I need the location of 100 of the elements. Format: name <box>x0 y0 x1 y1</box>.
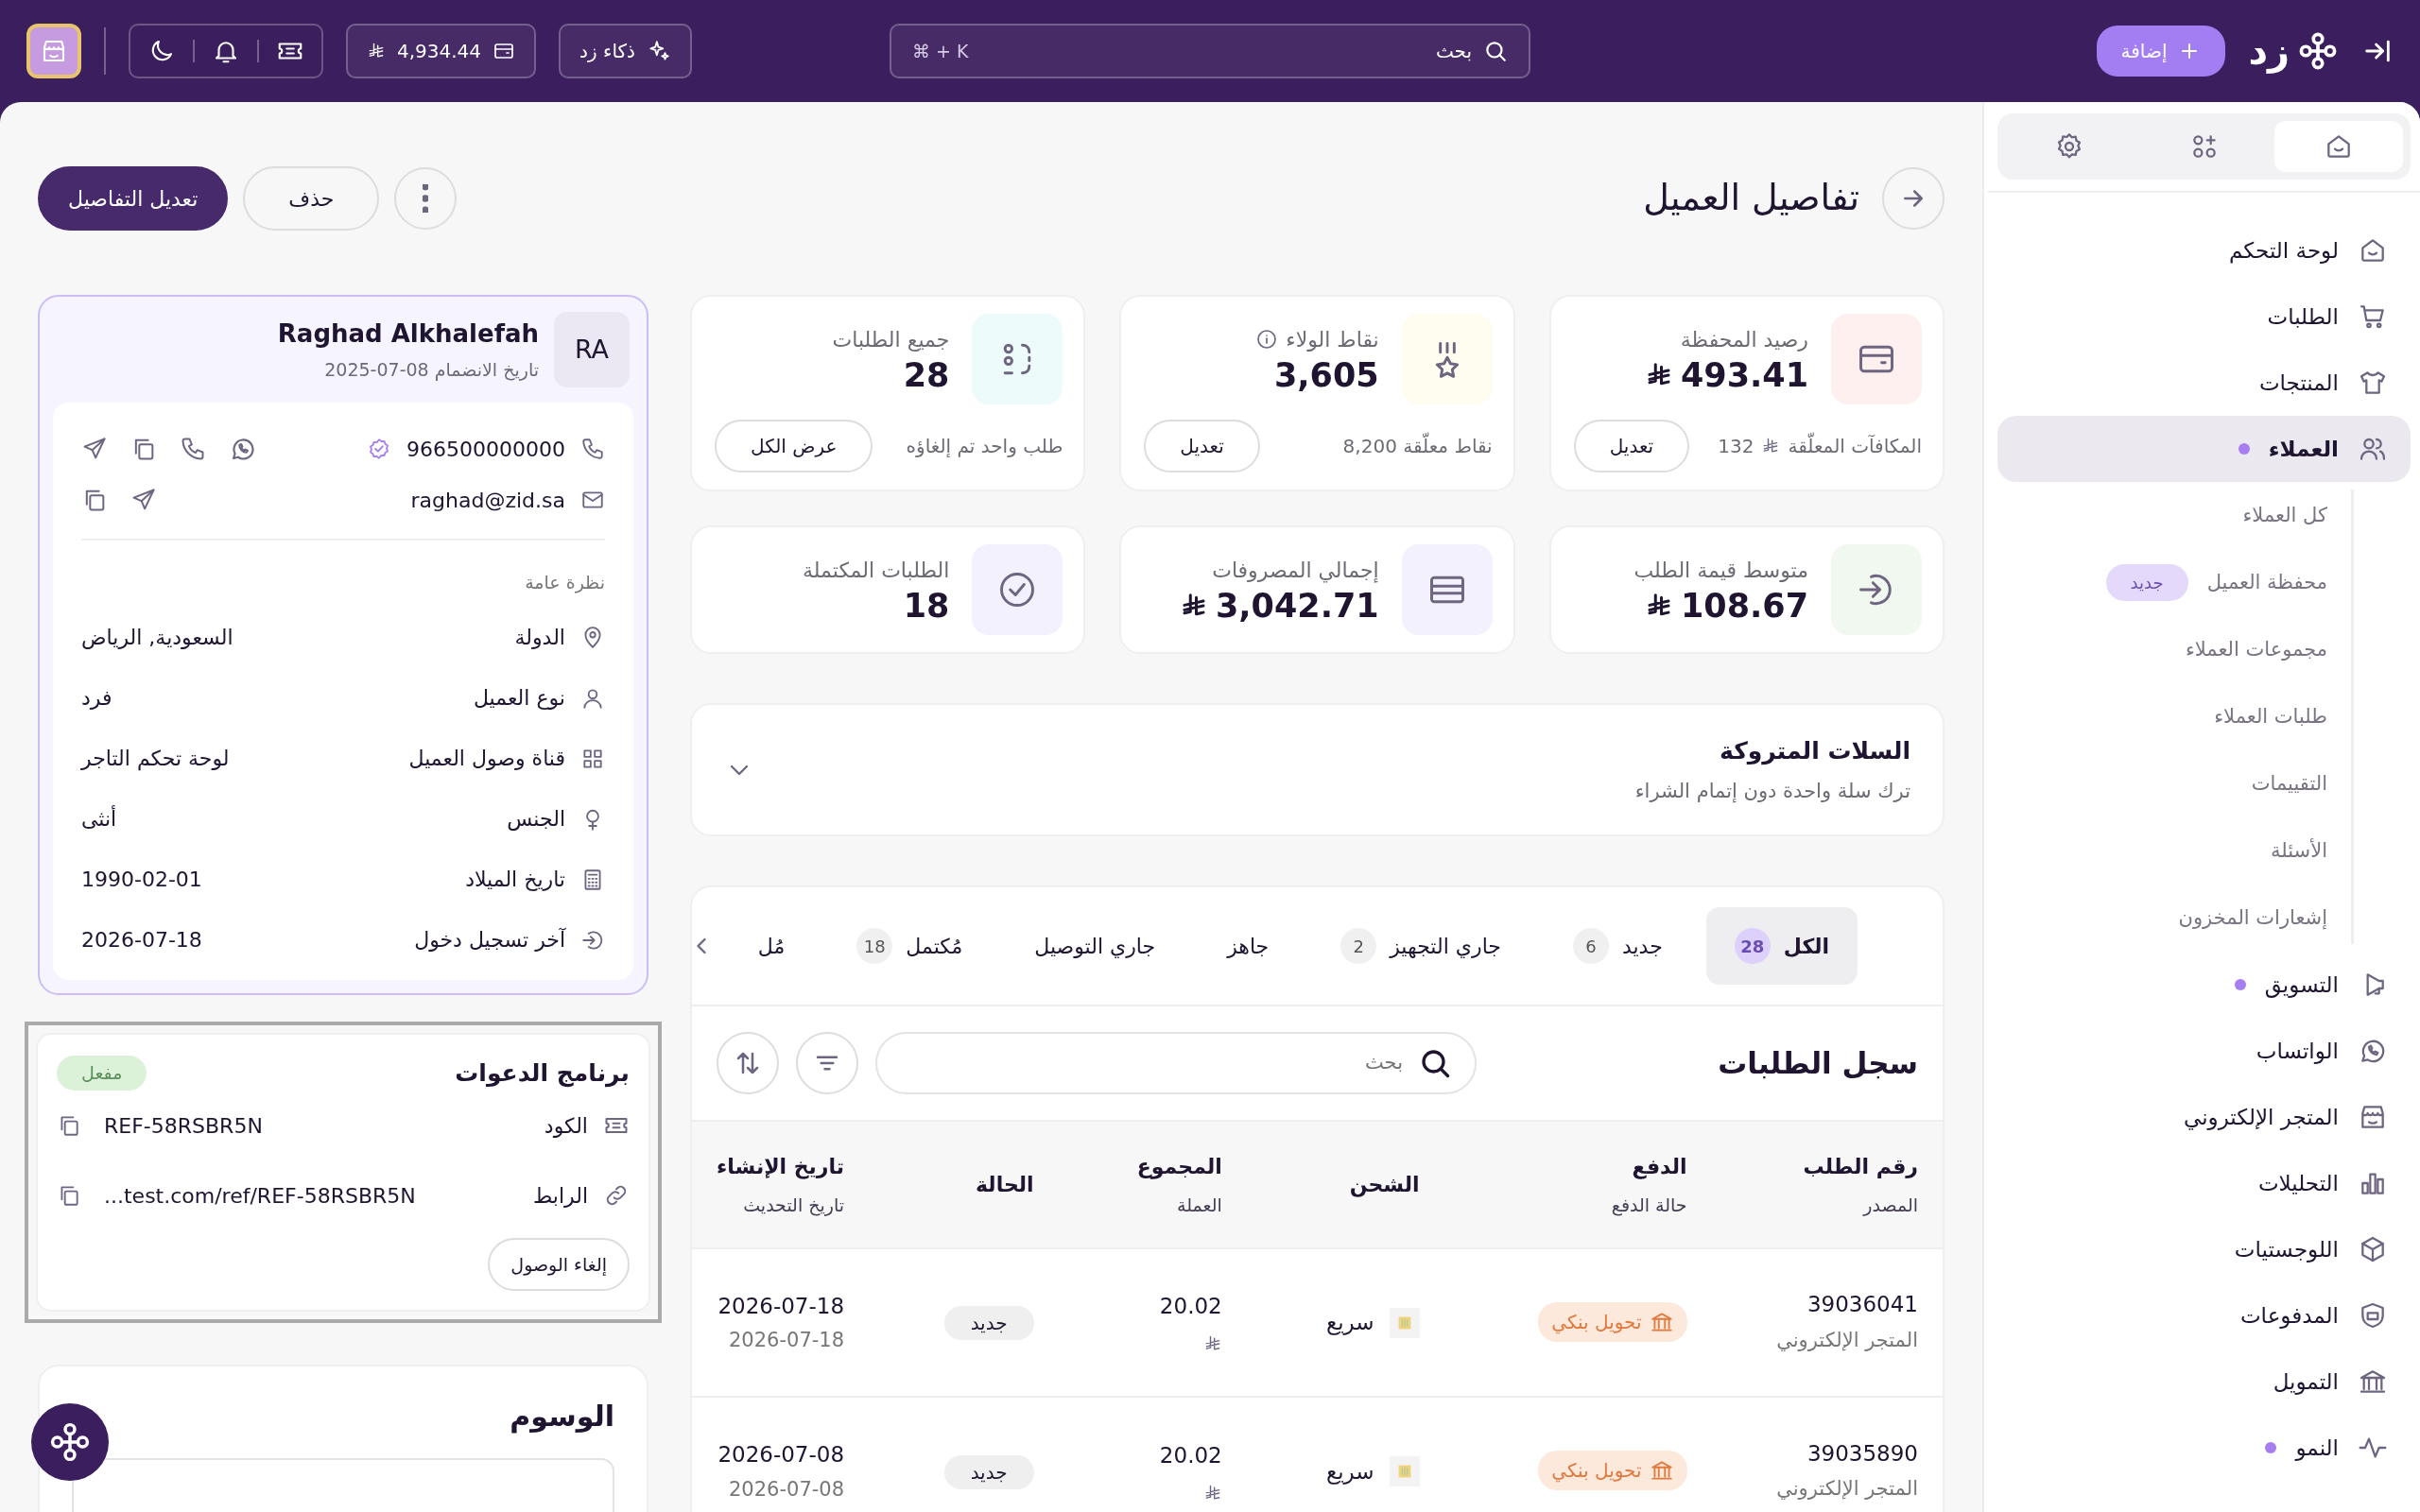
abandoned-carts-panel[interactable]: السلات المتروكة ترك سلة واحدة دون إتمام الشراء <box>690 703 1945 836</box>
field-label: الجنس <box>507 806 565 833</box>
search-icon <box>1483 39 1508 63</box>
card-title: الوسوم <box>509 1399 614 1435</box>
sidebar-item[interactable]: التحليلات <box>1997 1150 2411 1216</box>
order-source: المتجر الإلكتروني <box>1775 1476 1918 1503</box>
join-date: تاريخ الانضمام 08-07-2025 <box>323 358 539 383</box>
sidebar-subitem[interactable]: التقييمات <box>2251 768 2327 799</box>
status-tab[interactable]: جاري التوصيل <box>1006 907 1184 985</box>
stat-action-button[interactable]: عرض الكل <box>715 420 873 472</box>
count-badge: 28 <box>1734 928 1771 964</box>
sidebar-item[interactable]: الواتساب <box>1997 1018 2411 1084</box>
sidebar-item[interactable]: لوحة التحكم <box>1997 217 2411 284</box>
status-tab[interactable]: جاهز <box>1199 907 1298 985</box>
updated-date: 2026-07-18 <box>728 1328 845 1353</box>
sidebar-item[interactable]: المنتجات <box>1997 350 2411 416</box>
sidebar-subitem[interactable]: الأسئلة <box>2271 835 2327 867</box>
column-subheader: تاريخ التحديث <box>742 1193 845 1218</box>
search-input[interactable]: بحث <box>977 36 1474 66</box>
field-value: لوحة تحكم التاجر <box>81 746 230 773</box>
status-badge: جديد <box>943 1306 1034 1341</box>
column-header: المجموع <box>1135 1153 1222 1181</box>
info-icon[interactable] <box>1255 328 1279 351</box>
stat-value: 108.67 <box>1680 585 1808 626</box>
payment-badge: تحويل بنكي <box>1538 1301 1687 1342</box>
more-icon <box>423 184 429 213</box>
field-label: الدولة <box>514 625 565 651</box>
field-label: آخر تسجيل دخول <box>414 926 565 954</box>
carrier-logo-icon <box>1389 1456 1420 1486</box>
page-title: تفاصيل العميل <box>1643 177 1859 220</box>
store-button[interactable] <box>26 24 81 78</box>
section-label: نظرة عامة <box>524 571 605 595</box>
referral-code: REF-58RSBR5N <box>104 1112 263 1140</box>
edit-button[interactable]: تعديل التفاصيل <box>38 166 229 231</box>
status-badge: جديد <box>943 1454 1034 1489</box>
stat-value: 28 <box>903 354 950 395</box>
status-tab[interactable]: مُل <box>729 907 814 985</box>
ai-button[interactable]: ذكاء زد <box>559 24 692 78</box>
stat-label: إجمالي المصروفات <box>1212 557 1379 585</box>
sidebar-subitem[interactable]: طلبات العملاء <box>2214 701 2327 732</box>
count-badge: 6 <box>1572 928 1609 964</box>
sidebar-subitem[interactable]: مجموعات العملاء <box>2185 634 2327 665</box>
sidebar-item[interactable]: المتجر الإلكتروني <box>1997 1084 2411 1150</box>
field-value: 2026-07-18 <box>81 927 202 954</box>
order-number[interactable]: 39035890 <box>1736 1436 1918 1470</box>
column-header: رقم الطلب <box>1802 1153 1918 1180</box>
balance-button[interactable]: 4,934.44 <box>346 24 537 78</box>
phone-icon[interactable] <box>180 436 206 462</box>
count-badge: 2 <box>1340 928 1377 964</box>
stat-action-button[interactable]: تعديل <box>1144 420 1260 472</box>
stat-note: المكافآت المعلّقة <box>1788 432 1922 460</box>
field-value: فرد <box>81 685 112 712</box>
sidebar-subitem[interactable]: كل العملاء <box>2242 500 2327 531</box>
customer-name: Raghad Alkhalefah <box>277 318 539 351</box>
stat-note: طلب واحد تم إلغاؤه <box>906 434 1063 459</box>
sidebar-item[interactable]: الطلبات <box>1997 284 2411 350</box>
search-bar[interactable]: بحث <box>875 1032 1477 1094</box>
column-header: الشحن <box>1348 1172 1420 1199</box>
field-label: نوع العميل <box>473 685 565 712</box>
stat-label: متوسط قيمة الطلب <box>1634 557 1808 584</box>
created-date: 2026-07-18 <box>717 1292 845 1320</box>
delete-button[interactable]: حذف <box>243 166 380 231</box>
count-badge: 18 <box>856 928 893 964</box>
shortcut-hint: ⌘ + K <box>912 39 969 63</box>
stat-value: 3,605 <box>1273 354 1379 395</box>
stat-action-button[interactable]: تعديل <box>1573 420 1690 472</box>
column-header: تاريخ الإنشاء <box>717 1153 845 1181</box>
phone-number: 966500000000 <box>406 436 565 463</box>
order-total: 20.02 <box>1158 1293 1222 1320</box>
panel-subtitle: ترك سلة واحدة دون إتمام الشراء <box>1634 778 1910 805</box>
sidebar-item[interactable]: التسويق <box>1997 952 2411 1018</box>
sidebar-item[interactable]: النمو <box>1997 1415 2411 1481</box>
new-badge: جديد <box>2105 564 2188 601</box>
stat-label: نقاط الولاء <box>1286 326 1379 353</box>
stat-value: 493.41 <box>1680 354 1808 395</box>
email-address: raghad@zid.sa <box>410 487 565 514</box>
section-title: سجل الطلبات <box>1718 1044 1918 1082</box>
sidebar-tab[interactable] <box>2273 121 2403 172</box>
field-value: أنثى <box>81 804 117 833</box>
updated-date: 2026-07-08 <box>728 1476 845 1503</box>
order-source: المتجر الإلكتروني <box>1775 1327 1918 1353</box>
sidebar-item[interactable]: المدفوعات <box>1997 1282 2411 1349</box>
revoke-button[interactable]: إلغاء الوصول <box>488 1238 630 1291</box>
shipping-method: سريع <box>1325 1309 1374 1337</box>
sidebar-item[interactable]: اللوجستيات <box>1997 1216 2411 1282</box>
sidebar-subitem[interactable]: إشعارات المخزون <box>2178 902 2327 934</box>
phone-icon <box>580 437 605 461</box>
order-number[interactable]: 39036041 <box>1736 1288 1918 1321</box>
sidebar-item[interactable]: التمويل <box>1997 1349 2411 1415</box>
card-title: برنامج الدعوات <box>455 1057 630 1090</box>
search-input[interactable]: بحث <box>900 1047 1405 1079</box>
created-date: 2026-07-08 <box>717 1441 845 1469</box>
status-badge: مفعل <box>57 1056 147 1091</box>
sidebar-subitem[interactable]: محفظة العميل <box>2206 567 2327 598</box>
column-subheader: المصدر <box>1861 1193 1918 1218</box>
sidebar-item[interactable]: العملاء <box>1997 416 2411 482</box>
logo-icon <box>2297 30 2339 72</box>
panel-title: السلات المتروكة <box>1719 736 1910 767</box>
field-value: السعودية, الرياض <box>81 625 233 651</box>
field-value: 1990-02-01 <box>81 867 202 893</box>
